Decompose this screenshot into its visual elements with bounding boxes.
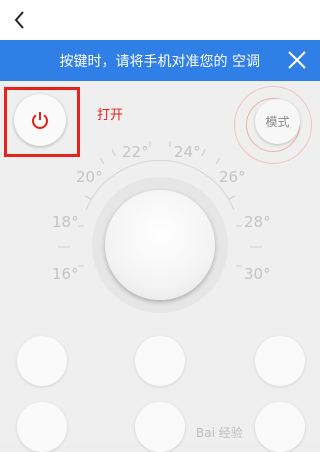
temp-label-26: 26° (219, 168, 246, 186)
mode-button[interactable]: 模式 (255, 99, 300, 144)
temp-label-30: 30° (244, 265, 271, 283)
temp-label-22: 22° (122, 143, 149, 161)
watermark: Bai 经验 (196, 426, 243, 440)
power-status-label: 打开 (97, 108, 124, 123)
temp-label-24: 24° (174, 143, 201, 161)
temp-label-16: 16° (52, 265, 79, 283)
remote-button-2[interactable] (135, 336, 185, 386)
power-button[interactable] (14, 94, 66, 146)
remote-button-3[interactable] (255, 336, 305, 386)
temp-label-18: 18° (52, 213, 79, 231)
temperature-knob[interactable] (105, 190, 215, 300)
temp-label-28: 28° (244, 213, 271, 231)
temp-label-20: 20° (76, 168, 103, 186)
remote-button-1[interactable] (17, 336, 67, 386)
power-icon (32, 112, 48, 129)
